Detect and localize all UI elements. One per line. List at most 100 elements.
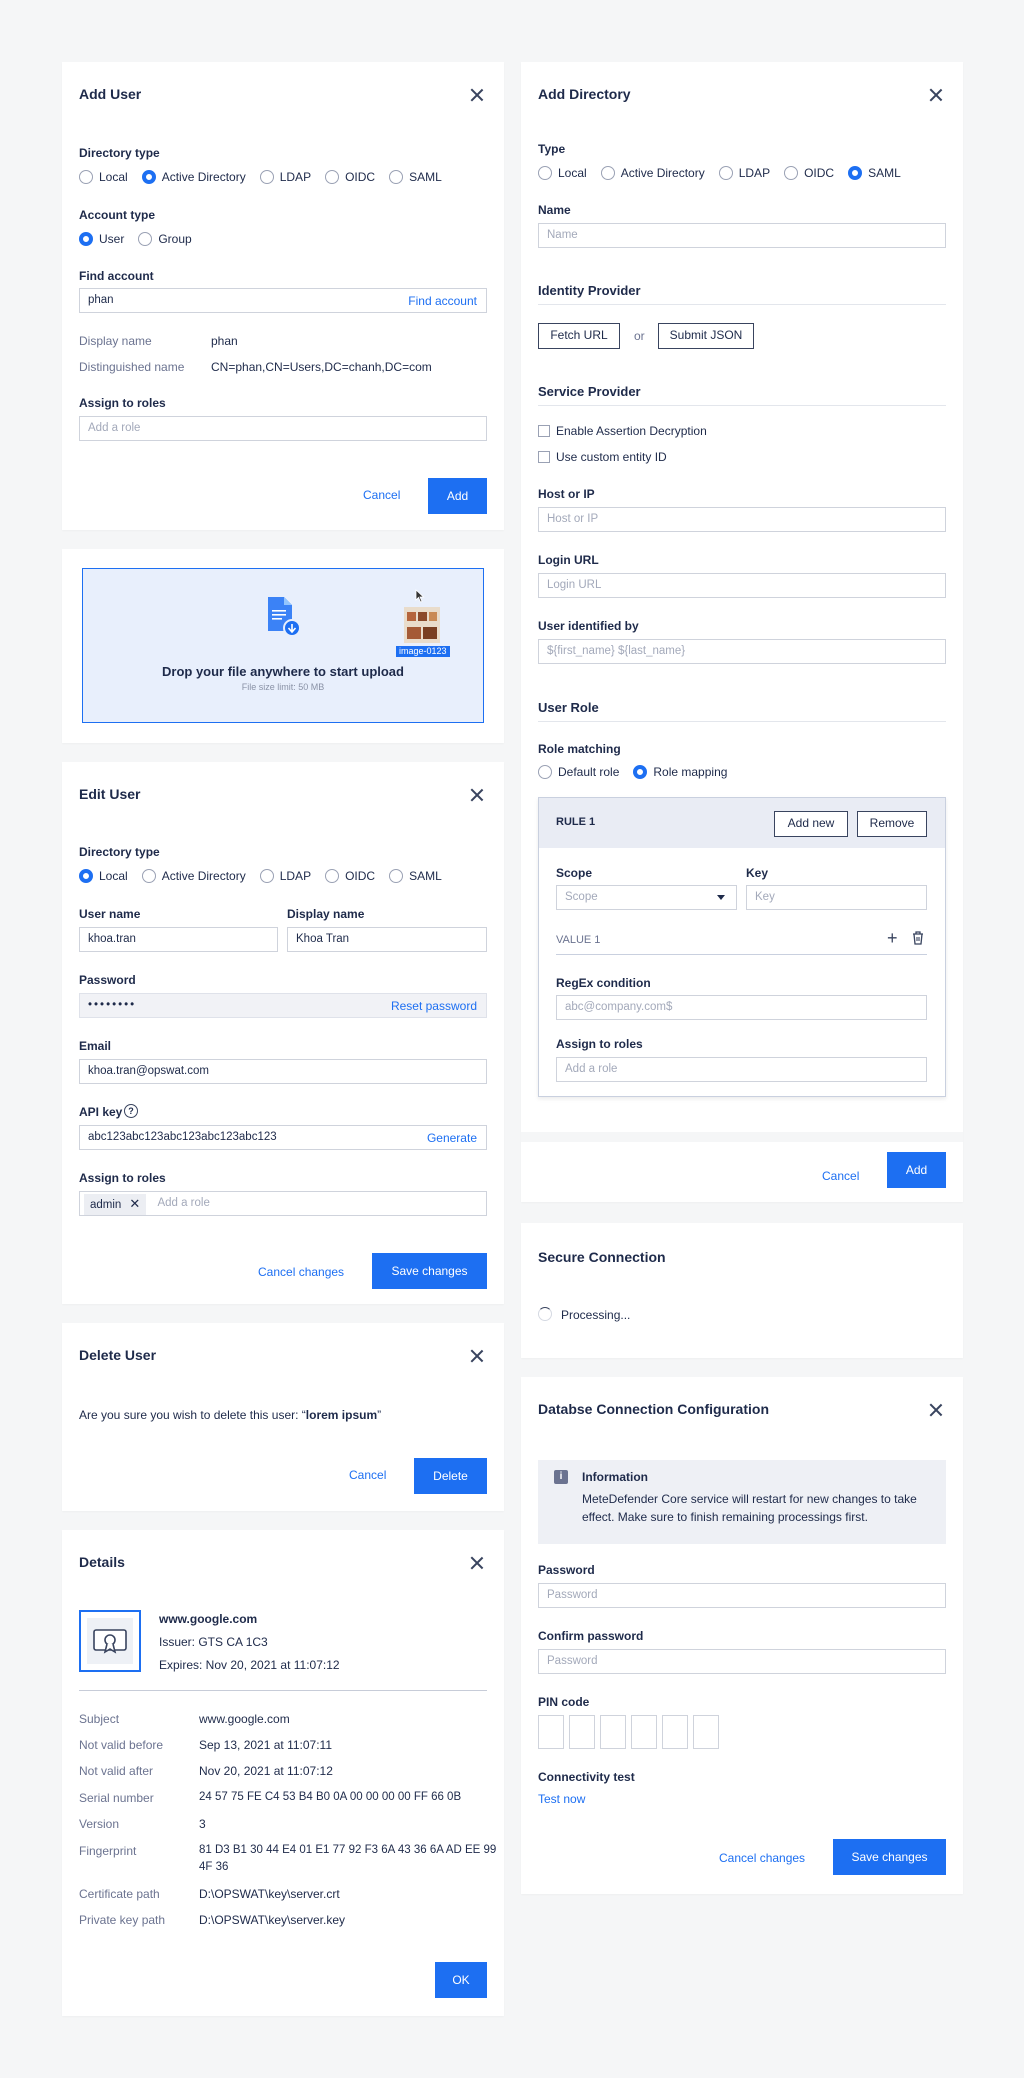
- detail-value: www.google.com: [199, 1712, 290, 1726]
- dialog-title: Add User: [79, 86, 142, 102]
- email-label: Email: [79, 1039, 112, 1053]
- add-button[interactable]: Add: [428, 478, 487, 514]
- radio-role-mapping[interactable]: Role mapping: [633, 765, 727, 779]
- radio-oidc[interactable]: OIDC: [784, 166, 834, 180]
- radio-active-directory[interactable]: Active Directory: [141, 869, 246, 883]
- password-input[interactable]: Password: [538, 1583, 946, 1608]
- info-icon: i: [554, 1470, 568, 1484]
- info-title: Information: [582, 1470, 648, 1484]
- plus-icon[interactable]: +: [887, 929, 898, 947]
- ok-button[interactable]: OK: [435, 1962, 487, 1998]
- pin-digit-input[interactable]: [569, 1715, 595, 1749]
- api-key-input[interactable]: abc123abc123abc123abc123abc123: [79, 1125, 487, 1150]
- help-icon[interactable]: ?: [124, 1104, 138, 1118]
- radio-local[interactable]: Local: [79, 170, 128, 184]
- rule-title: RULE 1: [556, 816, 596, 828]
- pin-digit-input[interactable]: [631, 1715, 657, 1749]
- test-now-link[interactable]: Test now: [538, 1792, 585, 1806]
- divider: [556, 954, 927, 955]
- save-changes-button[interactable]: Save changes: [833, 1839, 946, 1875]
- regex-input[interactable]: abc@company.com$: [556, 995, 927, 1020]
- detail-key: Private key path: [79, 1913, 166, 1927]
- cancel-button[interactable]: Cancel: [363, 488, 400, 502]
- radio-ldap[interactable]: LDAP: [259, 170, 311, 184]
- submit-json-button[interactable]: Submit JSON: [658, 323, 754, 349]
- display-name-input[interactable]: Khoa Tran: [287, 927, 487, 952]
- radio-saml[interactable]: SAML: [389, 170, 442, 184]
- remove-tag-icon[interactable]: ✕: [129, 1196, 140, 1211]
- cert-name: www.google.com: [159, 1612, 258, 1626]
- name-input[interactable]: Name: [538, 223, 946, 248]
- radio-ldap[interactable]: LDAP: [718, 166, 770, 180]
- radio-ldap[interactable]: LDAP: [259, 869, 311, 883]
- rule-roles-input[interactable]: Add a role: [556, 1057, 927, 1082]
- radio-local[interactable]: Local: [538, 166, 587, 180]
- radio-user[interactable]: User: [79, 232, 124, 246]
- cancel-button[interactable]: Cancel: [822, 1169, 859, 1183]
- pin-digit-input[interactable]: [538, 1715, 564, 1749]
- detail-value: D:\OPSWAT\key\server.key: [199, 1913, 346, 1927]
- scope-label: Scope: [556, 866, 593, 880]
- pin-digit-input[interactable]: [693, 1715, 719, 1749]
- delete-user-dialog: Delete User Are you sure you wish to del…: [62, 1323, 504, 1511]
- radio-saml[interactable]: SAML: [389, 869, 442, 883]
- cancel-button[interactable]: Cancel: [349, 1468, 386, 1482]
- cancel-changes-button[interactable]: Cancel changes: [719, 1851, 805, 1865]
- add-new-button[interactable]: Add new: [774, 811, 848, 837]
- user-identified-input[interactable]: ${first_name} ${last_name}: [538, 639, 946, 664]
- radio-group[interactable]: Group: [138, 232, 192, 246]
- password-label: Password: [538, 1563, 595, 1577]
- close-icon[interactable]: [470, 88, 484, 102]
- close-icon[interactable]: [929, 1403, 943, 1417]
- key-input[interactable]: Key: [746, 885, 927, 910]
- remove-button[interactable]: Remove: [857, 811, 927, 837]
- find-account-link[interactable]: Find account: [408, 294, 477, 308]
- enable-decryption-checkbox[interactable]: Enable Assertion Decryption: [538, 424, 707, 438]
- find-account-label: Find account: [79, 269, 154, 283]
- delete-confirmation-text: Are you sure you wish to delete this use…: [79, 1408, 382, 1422]
- host-input[interactable]: Host or IP: [538, 507, 946, 532]
- cert-expires: Expires: Nov 20, 2021 at 11:07:12: [159, 1658, 340, 1672]
- login-url-input[interactable]: Login URL: [538, 573, 946, 598]
- roles-input[interactable]: Add a role: [79, 416, 487, 441]
- pin-digit-input[interactable]: [662, 1715, 688, 1749]
- generate-link[interactable]: Generate: [427, 1131, 477, 1145]
- radio-default-role[interactable]: Default role: [538, 765, 619, 779]
- directory-type-radios: Local Active Directory LDAP OIDC SAML: [79, 170, 456, 184]
- email-input[interactable]: khoa.tran@opswat.com: [79, 1059, 487, 1084]
- radio-active-directory[interactable]: Active Directory: [141, 170, 246, 184]
- api-key-label: API key: [79, 1105, 123, 1119]
- detail-value: 3: [199, 1817, 206, 1831]
- confirm-password-input[interactable]: Password: [538, 1649, 946, 1674]
- add-button[interactable]: Add: [887, 1152, 946, 1188]
- radio-oidc[interactable]: OIDC: [325, 869, 375, 883]
- trash-icon[interactable]: [912, 931, 924, 948]
- radio-active-directory[interactable]: Active Directory: [600, 166, 705, 180]
- fetch-url-button[interactable]: Fetch URL: [538, 323, 620, 349]
- save-changes-button[interactable]: Save changes: [372, 1253, 487, 1289]
- roles-input[interactable]: admin ✕ Add a role: [79, 1191, 487, 1216]
- pin-digit-input[interactable]: [600, 1715, 626, 1749]
- upload-dropzone[interactable]: image-0123 Drop your file anywhere to st…: [82, 568, 484, 723]
- host-label: Host or IP: [538, 487, 595, 501]
- close-icon[interactable]: [470, 1556, 484, 1570]
- radio-saml[interactable]: SAML: [848, 166, 901, 180]
- scope-select[interactable]: Scope: [556, 885, 737, 910]
- close-icon[interactable]: [470, 1349, 484, 1363]
- custom-entity-checkbox[interactable]: Use custom entity ID: [538, 450, 667, 464]
- delete-button[interactable]: Delete: [414, 1458, 487, 1494]
- display-name-value: phan: [211, 334, 238, 348]
- radio-oidc[interactable]: OIDC: [325, 170, 375, 184]
- close-icon[interactable]: [470, 788, 484, 802]
- reset-password-link[interactable]: Reset password: [391, 999, 477, 1013]
- display-name-label: Display name: [287, 907, 365, 921]
- spinner-icon: [538, 1307, 552, 1321]
- close-icon[interactable]: [929, 88, 943, 102]
- cancel-changes-button[interactable]: Cancel changes: [258, 1265, 344, 1279]
- radio-local[interactable]: Local: [79, 869, 128, 883]
- dialog-title: Databse Connection Configuration: [538, 1401, 769, 1417]
- user-role-heading: User Role: [538, 700, 599, 715]
- add-user-dialog: Add User Directory type Local Active Dir…: [62, 62, 504, 530]
- username-input[interactable]: khoa.tran: [79, 927, 278, 952]
- type-label: Type: [538, 142, 566, 156]
